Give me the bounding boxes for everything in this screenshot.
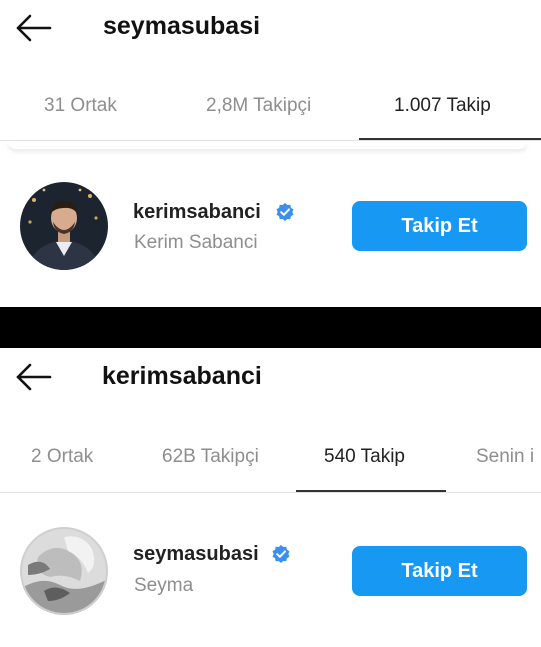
page-title: seymasubasi	[103, 12, 261, 40]
avatar[interactable]	[20, 182, 108, 270]
black-divider-bar	[0, 307, 541, 348]
profile-header: seymasubasi	[0, 0, 541, 60]
tab-following[interactable]: 1.007 Takip	[394, 95, 491, 117]
follow-button[interactable]: Takip Et	[352, 546, 527, 596]
screenshot-panel-seymasubasi: seymasubasi 31 Ortak 2,8M Takipçi 1.007 …	[0, 0, 541, 307]
page-title: kerimsabanci	[102, 362, 262, 390]
full-name: Kerim Sabanci	[134, 232, 258, 253]
tabs-divider	[0, 492, 541, 493]
avatar[interactable]	[20, 527, 108, 615]
username[interactable]: seymasubasi	[133, 543, 259, 566]
profile-header: kerimsabanci	[0, 348, 541, 408]
verified-badge-icon	[275, 202, 295, 222]
tab-mutual[interactable]: 2 Ortak	[31, 446, 93, 468]
tab-mutual[interactable]: 31 Ortak	[44, 95, 117, 117]
screenshot-panel-kerimsabanci: kerimsabanci 2 Ortak 62B Takipçi 540 Tak…	[0, 348, 541, 647]
tab-followers[interactable]: 62B Takipçi	[162, 446, 259, 468]
list-item[interactable]: seymasubasi Seyma Takip Et	[0, 524, 541, 624]
username[interactable]: kerimsabanci	[133, 201, 261, 224]
list-item[interactable]: kerimsabanci Kerim Sabanci Takip Et	[0, 176, 541, 276]
full-name: Seyma	[134, 575, 194, 596]
follow-tabs: 31 Ortak 2,8M Takipçi 1.007 Takip	[0, 95, 541, 139]
tab-following[interactable]: 540 Takip	[324, 446, 405, 468]
back-arrow-icon[interactable]	[14, 12, 54, 44]
follow-tabs: 2 Ortak 62B Takipçi 540 Takip Senin i	[0, 446, 541, 490]
tab-mutual-followers[interactable]: Senin i	[476, 446, 534, 468]
list-top-edge	[8, 141, 527, 149]
follow-button[interactable]: Takip Et	[352, 201, 527, 251]
tab-followers[interactable]: 2,8M Takipçi	[206, 95, 311, 117]
verified-badge-icon	[271, 544, 291, 564]
back-arrow-icon[interactable]	[14, 361, 54, 393]
